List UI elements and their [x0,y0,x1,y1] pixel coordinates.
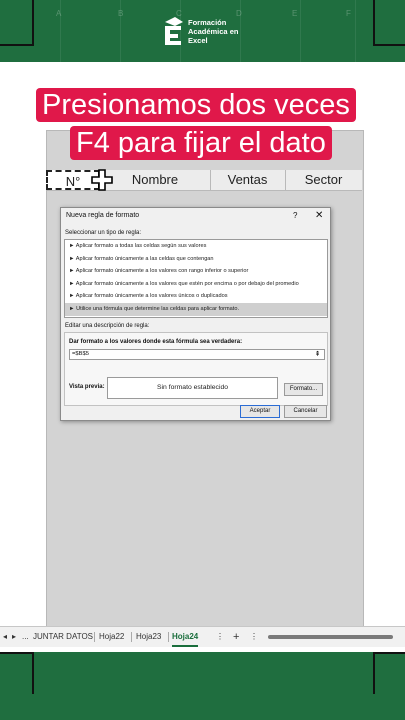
tab-separator [168,632,169,642]
sheet-tab-bar: ◂ ▸ ... JUNTAR DATOS Hoja22 Hoja23 Hoja2… [0,626,405,647]
preview-label: Vista previa: [69,384,105,390]
format-button[interactable]: Formato... [284,383,323,396]
rule-type-item[interactable]: ► Aplicar formato únicamente a los valor… [65,290,327,303]
cancel-button[interactable]: Cancelar [284,405,327,418]
tab-options-icon[interactable]: ⋮ [250,627,258,647]
horizontal-scrollbar[interactable] [268,635,393,639]
header-cell-sector[interactable]: Sector [285,170,362,190]
top-banner: A B C D E F Formación Académica en Excel [0,0,405,62]
brand-logo: Formación Académica en Excel [162,14,252,54]
tab-more[interactable]: ... [22,627,29,647]
tab-options-icon[interactable]: ⋮ [216,627,224,647]
bg-column-letter: E [292,9,298,18]
bg-grid-line [300,0,301,62]
bottom-banner [0,652,405,720]
edit-description-label: Editar una descripción de regla: [65,323,150,329]
headline-line-2: F4 para fijar el dato [70,126,332,160]
headline-line-1: Presionamos dos veces [36,88,356,122]
tab-nav-prev-icon[interactable]: ◂ [3,627,7,647]
tab-hoja23[interactable]: Hoja23 [136,627,161,647]
rule-description-panel: Dar formato a los valores donde esta fór… [64,332,328,406]
add-sheet-button[interactable]: + [233,627,239,647]
header-cell-nombre[interactable]: Nombre [100,170,211,190]
cell-cursor-icon [91,169,113,191]
rule-type-item[interactable]: ► Aplicar formato únicamente a los valor… [65,278,327,291]
select-rule-type-label: Seleccionar un tipo de regla: [65,230,142,236]
tab-hoja24[interactable]: Hoja24 [172,627,199,647]
rule-type-list[interactable]: ► Aplicar formato a todas las celdas seg… [64,239,328,318]
tab-juntar-datos[interactable]: JUNTAR DATOS [33,627,93,647]
close-icon[interactable]: ✕ [315,210,323,221]
headline: Presionamos dos veces F4 para fijar el d… [36,88,368,162]
bg-column-letter: A [56,9,62,18]
bg-column-letter: F [346,9,351,18]
rule-type-item[interactable]: ► Aplicar formato únicamente a los valor… [65,265,327,278]
accept-button[interactable]: Aceptar [240,405,280,418]
collapse-range-icon[interactable]: ⇞ [313,350,322,359]
tab-hoja22[interactable]: Hoja22 [99,627,124,647]
frame-corner [0,0,34,46]
bg-grid-line [355,0,356,62]
rule-type-item-selected[interactable]: ► Utilice una fórmula que determine las … [65,302,327,316]
rule-type-item[interactable]: ► Aplicar formato a todas las celdas seg… [65,240,327,253]
format-preview: Sin formato establecido [107,377,278,399]
dialog-title: Nueva regla de formato [66,212,140,219]
bg-column-letter: B [118,9,124,18]
tab-separator [131,632,132,642]
formula-label: Dar formato a los valores donde esta fór… [69,339,243,345]
header-cell-ventas[interactable]: Ventas [210,170,286,190]
formula-input[interactable]: =$B$5 [69,349,325,360]
frame-corner [0,652,34,694]
logo-e-icon [165,17,183,45]
tab-nav-next-icon[interactable]: ▸ [12,627,16,647]
frame-corner [373,652,405,694]
frame-corner [373,0,405,46]
logo-text: Formación Académica en Excel [188,18,239,45]
help-icon[interactable]: ? [293,211,297,220]
new-format-rule-dialog: Nueva regla de formato ? ✕ Seleccionar u… [60,207,331,421]
tab-separator [94,632,95,642]
rule-type-item[interactable]: ► Aplicar formato únicamente a las celda… [65,253,327,266]
